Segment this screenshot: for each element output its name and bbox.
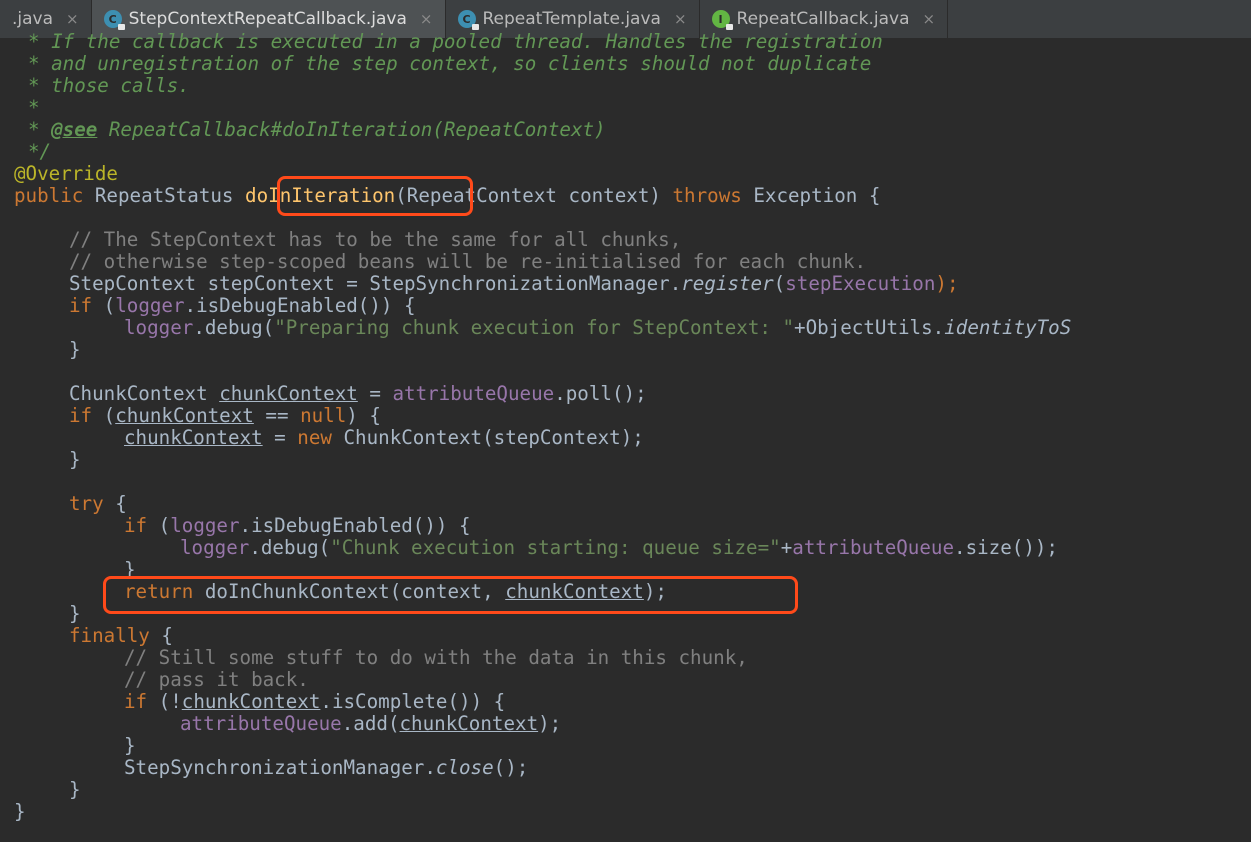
code-line: * If the callback is executed in a poole… [28, 30, 883, 53]
code-line: StepSynchronizationManager.close(); [124, 756, 529, 779]
code-line: // Still some stuff to do with the data … [124, 646, 748, 669]
code-line: chunkContext = new ChunkContext(stepCont… [124, 426, 644, 449]
code-line: try { [69, 492, 127, 515]
tab-label: StepContextRepeatCallback.java [128, 9, 407, 29]
code-line: // The StepContext has to be the same fo… [69, 228, 682, 251]
code-line: if (!chunkContext.isComplete()) { [124, 690, 506, 713]
code-line: finally { [69, 624, 173, 647]
code-line: logger.debug("Preparing chunk execution … [124, 316, 1072, 339]
interface-icon: I [711, 10, 733, 30]
code-line: */ [28, 140, 52, 163]
code-editor[interactable]: * If the callback is executed in a poole… [0, 30, 1251, 842]
close-icon[interactable]: × [420, 10, 433, 28]
code-line: @Override [14, 162, 118, 185]
class-icon: C [103, 10, 125, 30]
code-line: } [69, 338, 81, 361]
code-line: } [14, 800, 26, 823]
highlight-box-method-name [277, 176, 473, 216]
code-line: } [124, 734, 136, 757]
code-line: if (logger.isDebugEnabled()) { [124, 514, 471, 537]
close-icon[interactable]: × [66, 10, 79, 28]
tab-label: .java [12, 9, 54, 29]
code-line: // otherwise step-scoped beans will be r… [69, 250, 867, 273]
tab-label: RepeatTemplate.java [482, 9, 661, 29]
code-line: if (chunkContext == null) { [69, 404, 381, 427]
code-line: } [69, 448, 81, 471]
tab-label: RepeatCallback.java [736, 9, 910, 29]
code-line: } [69, 778, 81, 801]
code-line: } [69, 602, 81, 625]
close-icon[interactable]: × [923, 10, 936, 28]
close-icon[interactable]: × [674, 10, 687, 28]
code-line: logger.debug("Chunk execution starting: … [180, 536, 1058, 559]
code-line: * and unregistration of the step context… [28, 52, 872, 75]
code-line: * [28, 96, 40, 119]
class-icon: C [457, 10, 479, 30]
code-line: attributeQueue.add(chunkContext); [180, 712, 562, 735]
code-line: * @see RepeatCallback#doInIteration(Repe… [28, 118, 606, 141]
code-line: StepContext stepContext = StepSynchroniz… [69, 272, 959, 295]
code-line: // pass it back. [124, 668, 309, 691]
code-line: if (logger.isDebugEnabled()) { [69, 294, 416, 317]
highlight-box-return-statement [103, 576, 798, 614]
code-line: ChunkContext chunkContext = attributeQue… [69, 382, 647, 405]
code-line: * those calls. [28, 74, 190, 97]
